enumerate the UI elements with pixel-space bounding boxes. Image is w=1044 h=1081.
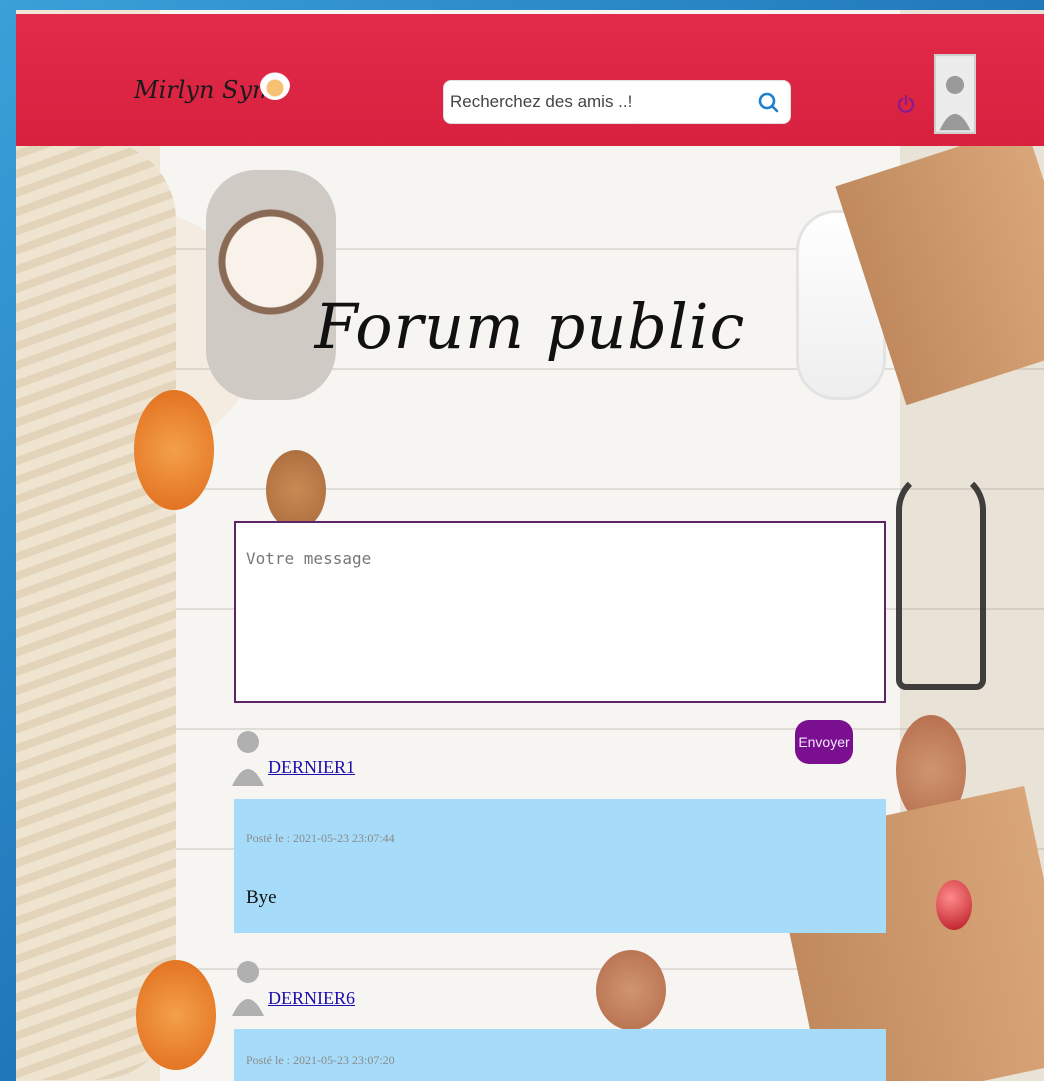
orange-decoration [136,960,216,1070]
post-date: Posté le : 2021-05-23 23:07:20 [246,1053,395,1067]
post-author-link[interactable]: DERNIER6 [268,988,355,1009]
page-title: Forum public [314,290,746,363]
avatar[interactable] [934,54,976,134]
search-input[interactable] [448,81,758,123]
cookie-decoration [596,950,666,1030]
scissors-decoration [896,470,986,690]
search-icon[interactable] [756,90,780,114]
post-card: Posté le : 2021-05-23 23:07:20 [234,1029,886,1081]
cake-icon [260,70,290,100]
bauble-decoration [936,880,972,930]
knit-blanket-decoration [16,140,176,1080]
post-date: Posté le : 2021-05-23 23:07:44 [246,831,395,845]
site-logo[interactable]: Mirlyn Sym [134,76,275,104]
cookie-decoration [266,450,326,530]
top-header: Mirlyn Sym [16,14,1044,146]
orange-decoration [134,390,214,510]
search-bar [443,80,791,124]
message-textarea[interactable] [234,521,886,703]
send-button[interactable]: Envoyer [795,720,853,764]
user-avatar-icon [232,961,264,1016]
post-body: Bye [246,887,277,908]
post-author-link[interactable]: DERNIER1 [268,757,355,778]
power-icon[interactable] [896,94,916,116]
user-avatar-icon [232,731,264,786]
post-card: Posté le : 2021-05-23 23:07:44 Bye [234,799,886,933]
cocoa-mug-decoration [206,170,336,400]
